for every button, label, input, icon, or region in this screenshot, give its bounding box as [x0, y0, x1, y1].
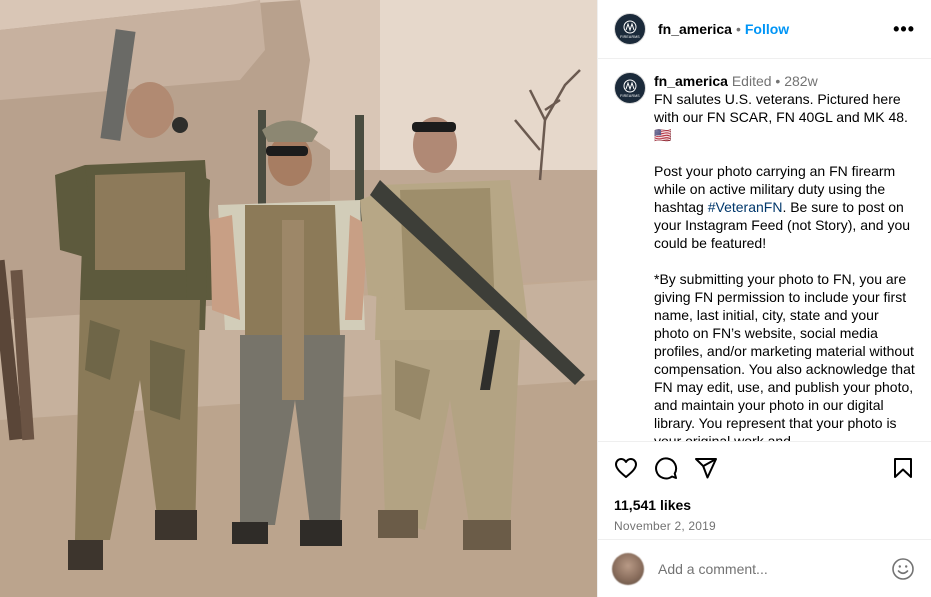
meta-separator: • [775, 73, 781, 89]
post-header: FIREARMS fn_america • Follow ••• [598, 0, 931, 59]
bookmark-icon[interactable] [891, 456, 915, 480]
caption-author-avatar[interactable]: FIREARMS [614, 72, 646, 104]
avatar-brand-text: FIREARMS [620, 94, 640, 98]
edited-label: Edited [731, 73, 772, 89]
post-photo-illustration [0, 0, 597, 597]
smiley-icon[interactable] [891, 557, 915, 581]
caption: FIREARMS fn_america Edited • 282w FN sal… [614, 72, 915, 441]
caption-text: fn_america Edited • 282w FN salutes U.S.… [654, 72, 915, 441]
post-age[interactable]: 282w [784, 73, 817, 89]
action-icons [614, 454, 915, 482]
caption-paragraph-1: FN salutes U.S. veterans. Pictured here … [654, 90, 915, 144]
avatar-brand-text: FIREARMS [620, 35, 640, 39]
paper-plane-icon[interactable] [694, 456, 718, 480]
author-username[interactable]: fn_america [658, 21, 732, 37]
caption-line-1: FN salutes U.S. veterans. Pictured here … [654, 91, 908, 125]
caption-scroll-area[interactable]: FIREARMS fn_america Edited • 282w FN sal… [598, 60, 931, 441]
follow-button[interactable]: Follow [745, 21, 789, 37]
likes-count[interactable]: 11,541 likes [614, 497, 915, 513]
header-separator: • [735, 21, 741, 37]
comment-bar: Add a comment... [598, 539, 931, 597]
post-photo[interactable] [0, 0, 597, 597]
flag-emoji: 🇺🇸 [654, 127, 672, 143]
post-actions: 11,541 likes November 2, 2019 [598, 441, 931, 533]
fn-logo-icon [623, 20, 637, 34]
caption-paragraph-3: *By submitting your photo to FN, you are… [654, 271, 915, 441]
post-date[interactable]: November 2, 2019 [614, 519, 915, 533]
post-side-panel: FIREARMS fn_america • Follow ••• FIREARM… [597, 0, 931, 597]
comment-bubble-icon[interactable] [654, 456, 678, 480]
hashtag-link[interactable]: #VeteranFN [708, 199, 783, 215]
caption-meta: fn_america Edited • 282w [654, 72, 915, 90]
author-avatar[interactable]: FIREARMS [614, 13, 646, 45]
caption-username[interactable]: fn_america [654, 73, 728, 89]
caption-paragraph-2: Post your photo carrying an FN firearm w… [654, 162, 915, 252]
viewer-avatar [612, 552, 644, 585]
ellipsis-icon[interactable]: ••• [893, 20, 915, 38]
fn-logo-icon [623, 79, 637, 93]
heart-icon[interactable] [614, 456, 638, 480]
comment-input[interactable]: Add a comment... [658, 561, 891, 577]
